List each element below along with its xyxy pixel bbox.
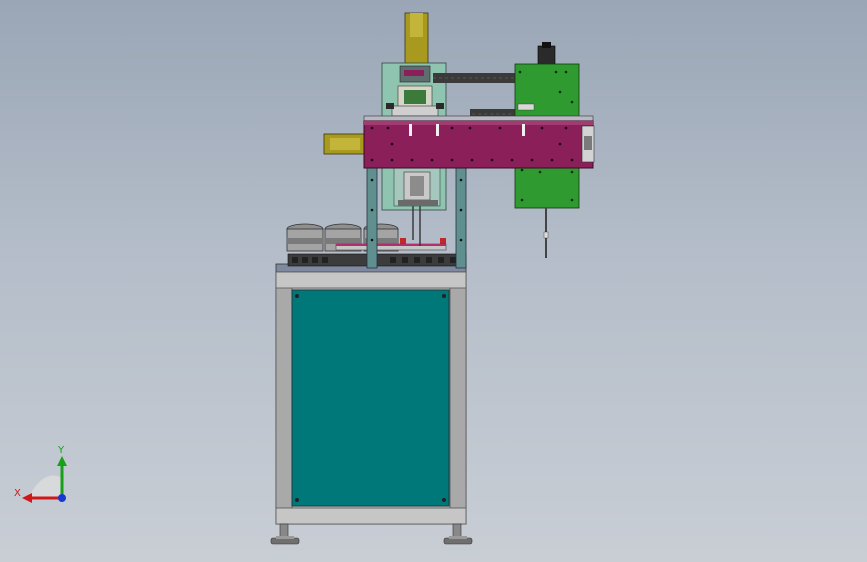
- beam-body: [363, 120, 594, 169]
- cabinet-bottom-rail: [275, 507, 467, 525]
- cabinet-left-post: [275, 271, 293, 525]
- coordinate-triad[interactable]: Y X: [10, 440, 80, 510]
- z-axis-dot: [58, 494, 66, 502]
- panel-screw: [295, 498, 299, 502]
- gantry-post-left: [366, 165, 378, 269]
- horizontal-beam[interactable]: [363, 115, 595, 169]
- x-axis-label: X: [14, 488, 21, 499]
- gantry-post-right: [455, 165, 467, 269]
- fixture-plate-accent: [336, 244, 446, 246]
- leveling-foot-right: [443, 523, 473, 545]
- leveling-foot-left: [270, 523, 300, 545]
- y-axis-label: Y: [57, 445, 65, 456]
- cabinet-right-post: [449, 271, 467, 525]
- cabinet-top-rail: [275, 271, 467, 289]
- panel-screw: [442, 294, 446, 298]
- green-block-lower: [514, 163, 580, 209]
- cad-3d-viewport[interactable]: [0, 0, 867, 562]
- triad-base: [28, 475, 62, 498]
- panel-screw: [442, 498, 446, 502]
- cabinet-door-panel[interactable]: [291, 289, 450, 507]
- machine-cabinet[interactable]: [270, 263, 473, 545]
- panel-screw: [295, 294, 299, 298]
- feeder-bowl-1: [286, 223, 324, 252]
- motor-cap: [537, 45, 556, 67]
